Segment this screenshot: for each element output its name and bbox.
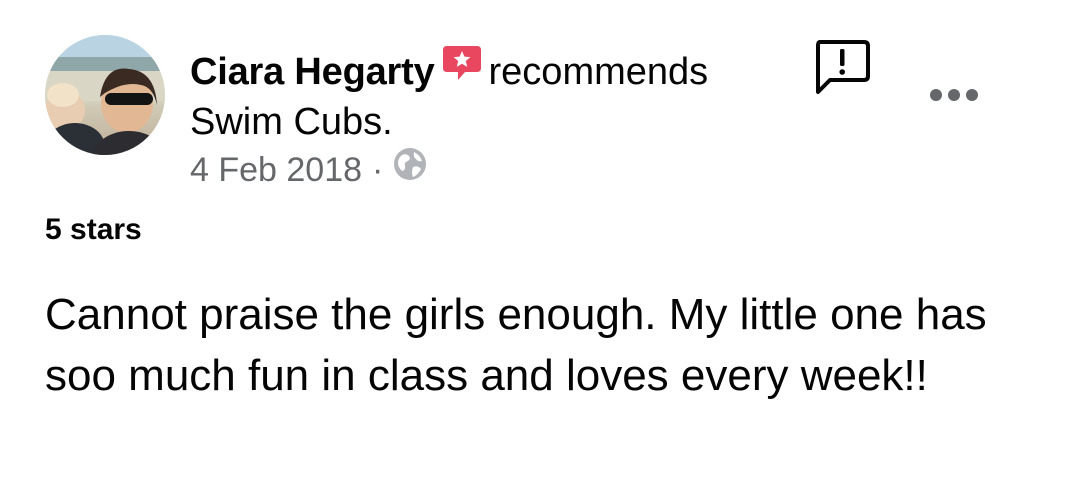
more-options-icon [930,89,978,101]
review-text: Cannot praise the girls enough. My littl… [45,290,987,400]
post-meta: 4 Feb 2018 · [190,146,427,194]
post-header: Ciara Hegarty recommends [190,44,708,104]
page-name-link[interactable]: Swim Cubs. [190,101,393,143]
recommend-star-icon [441,44,483,98]
page-line: Swim Cubs. [190,96,393,148]
more-options-button[interactable] [928,84,980,106]
meta-separator: · [372,151,384,189]
report-button[interactable] [812,38,872,96]
action-text: recommends [488,51,709,94]
avatar[interactable] [45,35,165,155]
globe-icon [393,146,427,194]
rating-label: 5 stars [45,213,142,246]
author-name[interactable]: Ciara Hegarty [190,51,435,93]
report-icon [816,40,870,94]
avatar-photo [45,35,165,155]
post-date[interactable]: 4 Feb 2018 [190,146,362,194]
